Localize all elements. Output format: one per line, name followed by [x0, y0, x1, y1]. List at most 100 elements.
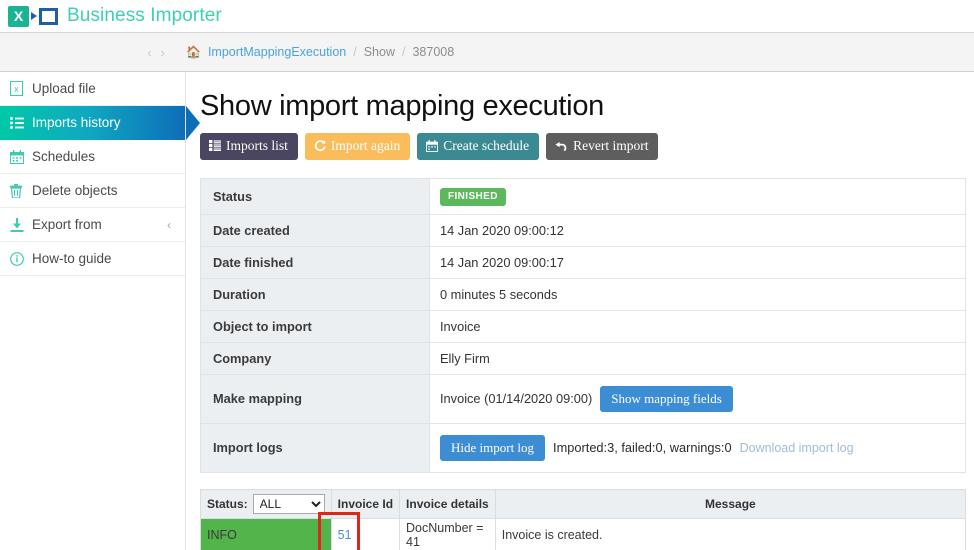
sidebar-item-label: Schedules: [32, 149, 96, 164]
row-value: Elly Firm: [429, 341, 966, 375]
arrow-right-icon: [31, 12, 37, 20]
sidebar: x Upload file Imports history Schedules …: [0, 72, 200, 550]
table-row: Date finished 14 Jan 2020 09:00:17: [200, 245, 966, 279]
row-label: Duration: [200, 277, 430, 311]
refresh-icon: [314, 139, 326, 152]
breadcrumb-section: Show: [363, 45, 395, 59]
import-again-button[interactable]: Import again: [304, 133, 411, 160]
table-row: Date created 14 Jan 2020 09:00:12: [200, 213, 966, 247]
sidebar-item-label: Upload file: [32, 81, 96, 96]
status-filter-label: Status:: [207, 496, 248, 511]
status-badge: FINISHED: [440, 187, 506, 206]
row-label: Import logs: [200, 422, 430, 473]
main-content: Show import mapping execution Imports li…: [186, 72, 974, 550]
chevron-right-icon[interactable]: ›: [161, 45, 165, 60]
sidebar-item-label: Delete objects: [32, 183, 118, 198]
row-label: Date created: [200, 213, 430, 247]
table-row: Company Elly Firm: [200, 341, 966, 375]
sidebar-item-how-to-guide[interactable]: How-to guide: [0, 242, 185, 276]
trash-icon: [10, 183, 32, 198]
table-row-import-logs: Import logs Hide import log Imported:3, …: [200, 422, 966, 473]
download-import-log-link[interactable]: Download import log: [740, 441, 854, 455]
log-status-cell: INFO: [200, 517, 332, 550]
log-message-cell: Invoice is created.: [494, 517, 967, 550]
breadcrumb-root-link[interactable]: ImportMappingExecution: [208, 45, 346, 59]
info-circle-icon: [10, 251, 32, 266]
import-log-table: Status: ALL Invoice Id Invoice details M…: [200, 488, 967, 550]
table-header-row: Status: ALL Invoice Id Invoice details M…: [200, 488, 967, 519]
button-label: Import again: [330, 138, 401, 153]
row-label: Object to import: [200, 309, 430, 343]
breadcrumb-bar: ‹ › 🏠 ImportMappingExecution / Show / 38…: [0, 32, 974, 72]
table-row: Status FINISHED: [200, 177, 966, 215]
home-icon[interactable]: 🏠: [186, 45, 201, 59]
sidebar-item-label: Imports history: [32, 115, 121, 130]
button-label: Imports list: [226, 138, 288, 153]
row-value: Invoice (01/14/2020 09:00) Show mapping …: [429, 373, 966, 424]
excel-logo-icon: X: [8, 5, 58, 27]
undo-icon: [555, 140, 568, 152]
logo-square-icon: [39, 7, 58, 25]
row-value: FINISHED: [429, 177, 966, 215]
import-counts: Imported:3, failed:0, warnings:0: [553, 440, 732, 455]
mapping-value: Invoice (01/14/2020 09:00): [440, 391, 593, 406]
page-title: Show import mapping execution: [200, 90, 604, 122]
row-label: Date finished: [200, 245, 430, 279]
calendar-icon: [426, 139, 439, 152]
table-row-make-mapping: Make mapping Invoice (01/14/2020 09:00) …: [200, 373, 966, 424]
column-header-invoice-id: Invoice Id: [330, 488, 401, 519]
import-log-table-wrapper: Status: ALL Invoice Id Invoice details M…: [200, 488, 967, 550]
chevron-left-icon[interactable]: ‹: [147, 45, 151, 60]
sidebar-item-label: How-to guide: [32, 251, 112, 266]
logo-x-letter: X: [8, 5, 29, 27]
table-row: Duration 0 minutes 5 seconds: [200, 277, 966, 311]
sidebar-item-label: Export from: [32, 217, 102, 232]
sidebar-item-upload-file[interactable]: x Upload file: [0, 72, 185, 106]
breadcrumb: 🏠 ImportMappingExecution / Show / 387008: [186, 45, 454, 59]
svg-text:x: x: [14, 84, 19, 94]
button-label: Revert import: [573, 138, 649, 153]
calendar-icon: [10, 149, 32, 164]
row-value: 0 minutes 5 seconds: [429, 277, 966, 311]
breadcrumb-separator-1: /: [353, 45, 357, 59]
column-header-invoice-details: Invoice details: [399, 488, 496, 519]
sidebar-item-schedules[interactable]: Schedules: [0, 140, 185, 174]
sidebar-item-delete-objects[interactable]: Delete objects: [0, 174, 185, 208]
row-value: 14 Jan 2020 09:00:17: [429, 245, 966, 279]
table-row: Object to import Invoice: [200, 309, 966, 343]
imports-list-button[interactable]: Imports list: [200, 133, 298, 160]
sidebar-item-imports-history[interactable]: Imports history: [0, 106, 200, 140]
show-mapping-fields-button[interactable]: Show mapping fields: [600, 385, 733, 412]
sidebar-item-export-from[interactable]: Export from ‹: [0, 208, 185, 242]
create-schedule-button[interactable]: Create schedule: [417, 133, 540, 160]
app-header: X Business Importer: [0, 0, 974, 32]
column-header-message: Message: [494, 488, 967, 519]
row-value: Hide import log Imported:3, failed:0, wa…: [429, 422, 966, 473]
file-excel-icon: x: [10, 81, 32, 96]
execution-detail-table: Status FINISHED Date created 14 Jan 2020…: [200, 177, 966, 473]
log-invoice-id-cell[interactable]: 51: [330, 517, 401, 550]
list-icon: [209, 140, 221, 152]
download-icon: [10, 217, 32, 232]
hide-import-log-button[interactable]: Hide import log: [440, 434, 546, 461]
status-filter-header: Status: ALL: [200, 488, 332, 519]
table-row: INFO 51 DocNumber = 41 Invoice is create…: [200, 517, 967, 550]
status-filter-select[interactable]: ALL: [252, 493, 325, 514]
revert-import-button[interactable]: Revert import: [546, 133, 659, 160]
breadcrumb-id: 387008: [412, 45, 455, 59]
nav-toggle-group: ‹ ›: [0, 45, 186, 60]
list-icon: [10, 116, 32, 129]
row-value: 14 Jan 2020 09:00:12: [429, 213, 966, 247]
row-label: Status: [200, 177, 430, 215]
row-label: Make mapping: [200, 373, 430, 424]
invoice-id-link[interactable]: 51: [338, 528, 352, 542]
button-label: Create schedule: [443, 138, 530, 153]
chevron-left-icon[interactable]: ‹: [167, 218, 171, 232]
row-value: Invoice: [429, 309, 966, 343]
log-details-cell: DocNumber = 41: [399, 517, 496, 550]
active-pointer-icon: [186, 106, 200, 140]
action-button-row: Imports list Import again Create schedul…: [200, 133, 966, 160]
page-body: x Upload file Imports history Schedules …: [0, 72, 974, 550]
row-label: Company: [200, 341, 430, 375]
brand-title: Business Importer: [67, 5, 222, 26]
